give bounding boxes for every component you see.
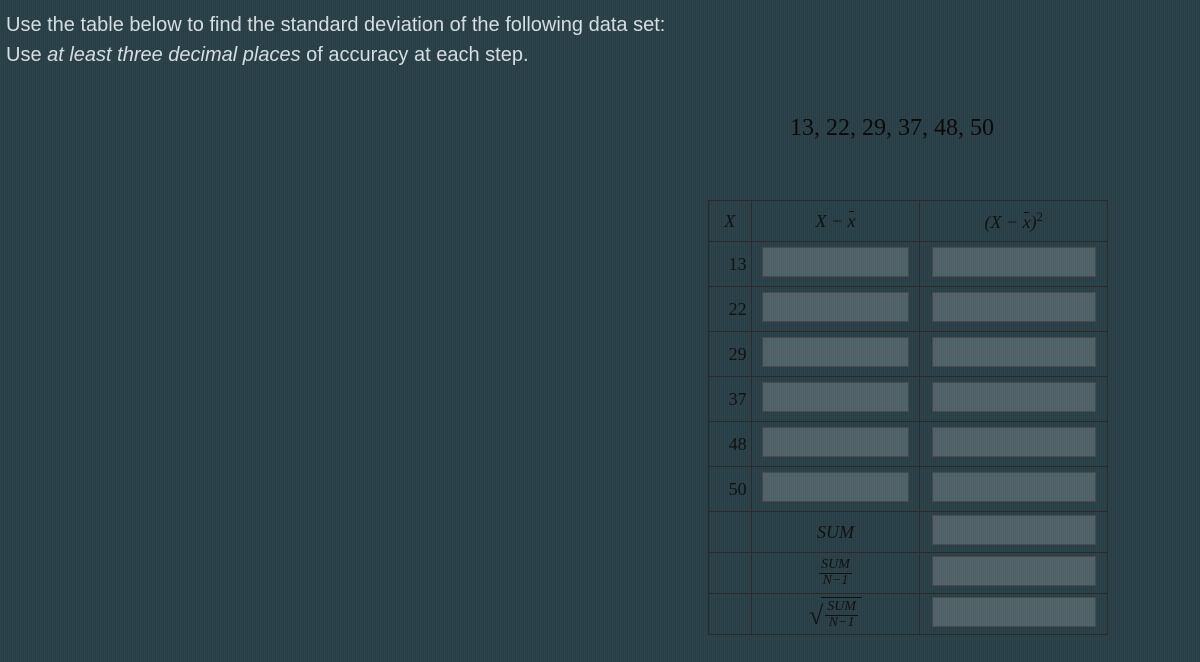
instruction-line-1: Use the table below to find the standard… [6,14,665,36]
std-dev-row: √ SUM N−1 [709,594,1108,635]
table-row: 29 [709,332,1108,377]
table-row: 22 [709,287,1108,332]
sq-deviation-input[interactable] [932,382,1096,412]
sum-input[interactable] [932,515,1096,545]
variance-row: SUM N−1 [709,553,1108,594]
table-row: 37 [709,377,1108,422]
table-row: 50 [709,467,1108,512]
problem-instructions: Use the table below to find the standard… [0,0,1200,70]
sq-deviation-input[interactable] [932,292,1096,322]
x-value: 50 [709,467,752,512]
x-value: 37 [709,377,752,422]
sum-row: SUM [709,512,1108,553]
data-set-values: 13, 22, 29, 37, 48, 50 [790,115,994,142]
deviation-input[interactable] [762,427,910,457]
x-value: 13 [709,242,752,287]
instruction-line-2-prefix: Use [6,44,47,66]
sq-deviation-input[interactable] [932,427,1096,457]
sq-deviation-input[interactable] [932,472,1096,502]
header-x: X [709,201,752,242]
table-row: 13 [709,242,1108,287]
x-value: 29 [709,332,752,377]
sq-deviation-input[interactable] [932,247,1096,277]
deviation-input[interactable] [762,337,910,367]
variance-input[interactable] [932,556,1096,586]
std-dev-input[interactable] [932,597,1096,627]
deviation-input[interactable] [762,382,910,412]
sum-label: SUM [751,512,920,553]
table-row: 48 [709,422,1108,467]
deviation-input[interactable] [762,247,910,277]
std-dev-table: X X − x (X − x)2 13 22 29 37 [708,200,1108,635]
deviation-input[interactable] [762,472,910,502]
x-value: 48 [709,422,752,467]
deviation-input[interactable] [762,292,910,322]
header-x-minus-xbar: X − x [751,201,920,242]
sq-deviation-input[interactable] [932,337,1096,367]
std-dev-label: √ SUM N−1 [751,594,920,635]
instruction-line-2-suffix: of accuracy at each step. [301,44,529,66]
table-header-row: X X − x (X − x)2 [709,201,1108,242]
header-x-minus-xbar-sq: (X − x)2 [920,201,1108,242]
variance-label: SUM N−1 [751,553,920,594]
instruction-line-2-emphasis: at least three decimal places [47,44,300,66]
x-value: 22 [709,287,752,332]
